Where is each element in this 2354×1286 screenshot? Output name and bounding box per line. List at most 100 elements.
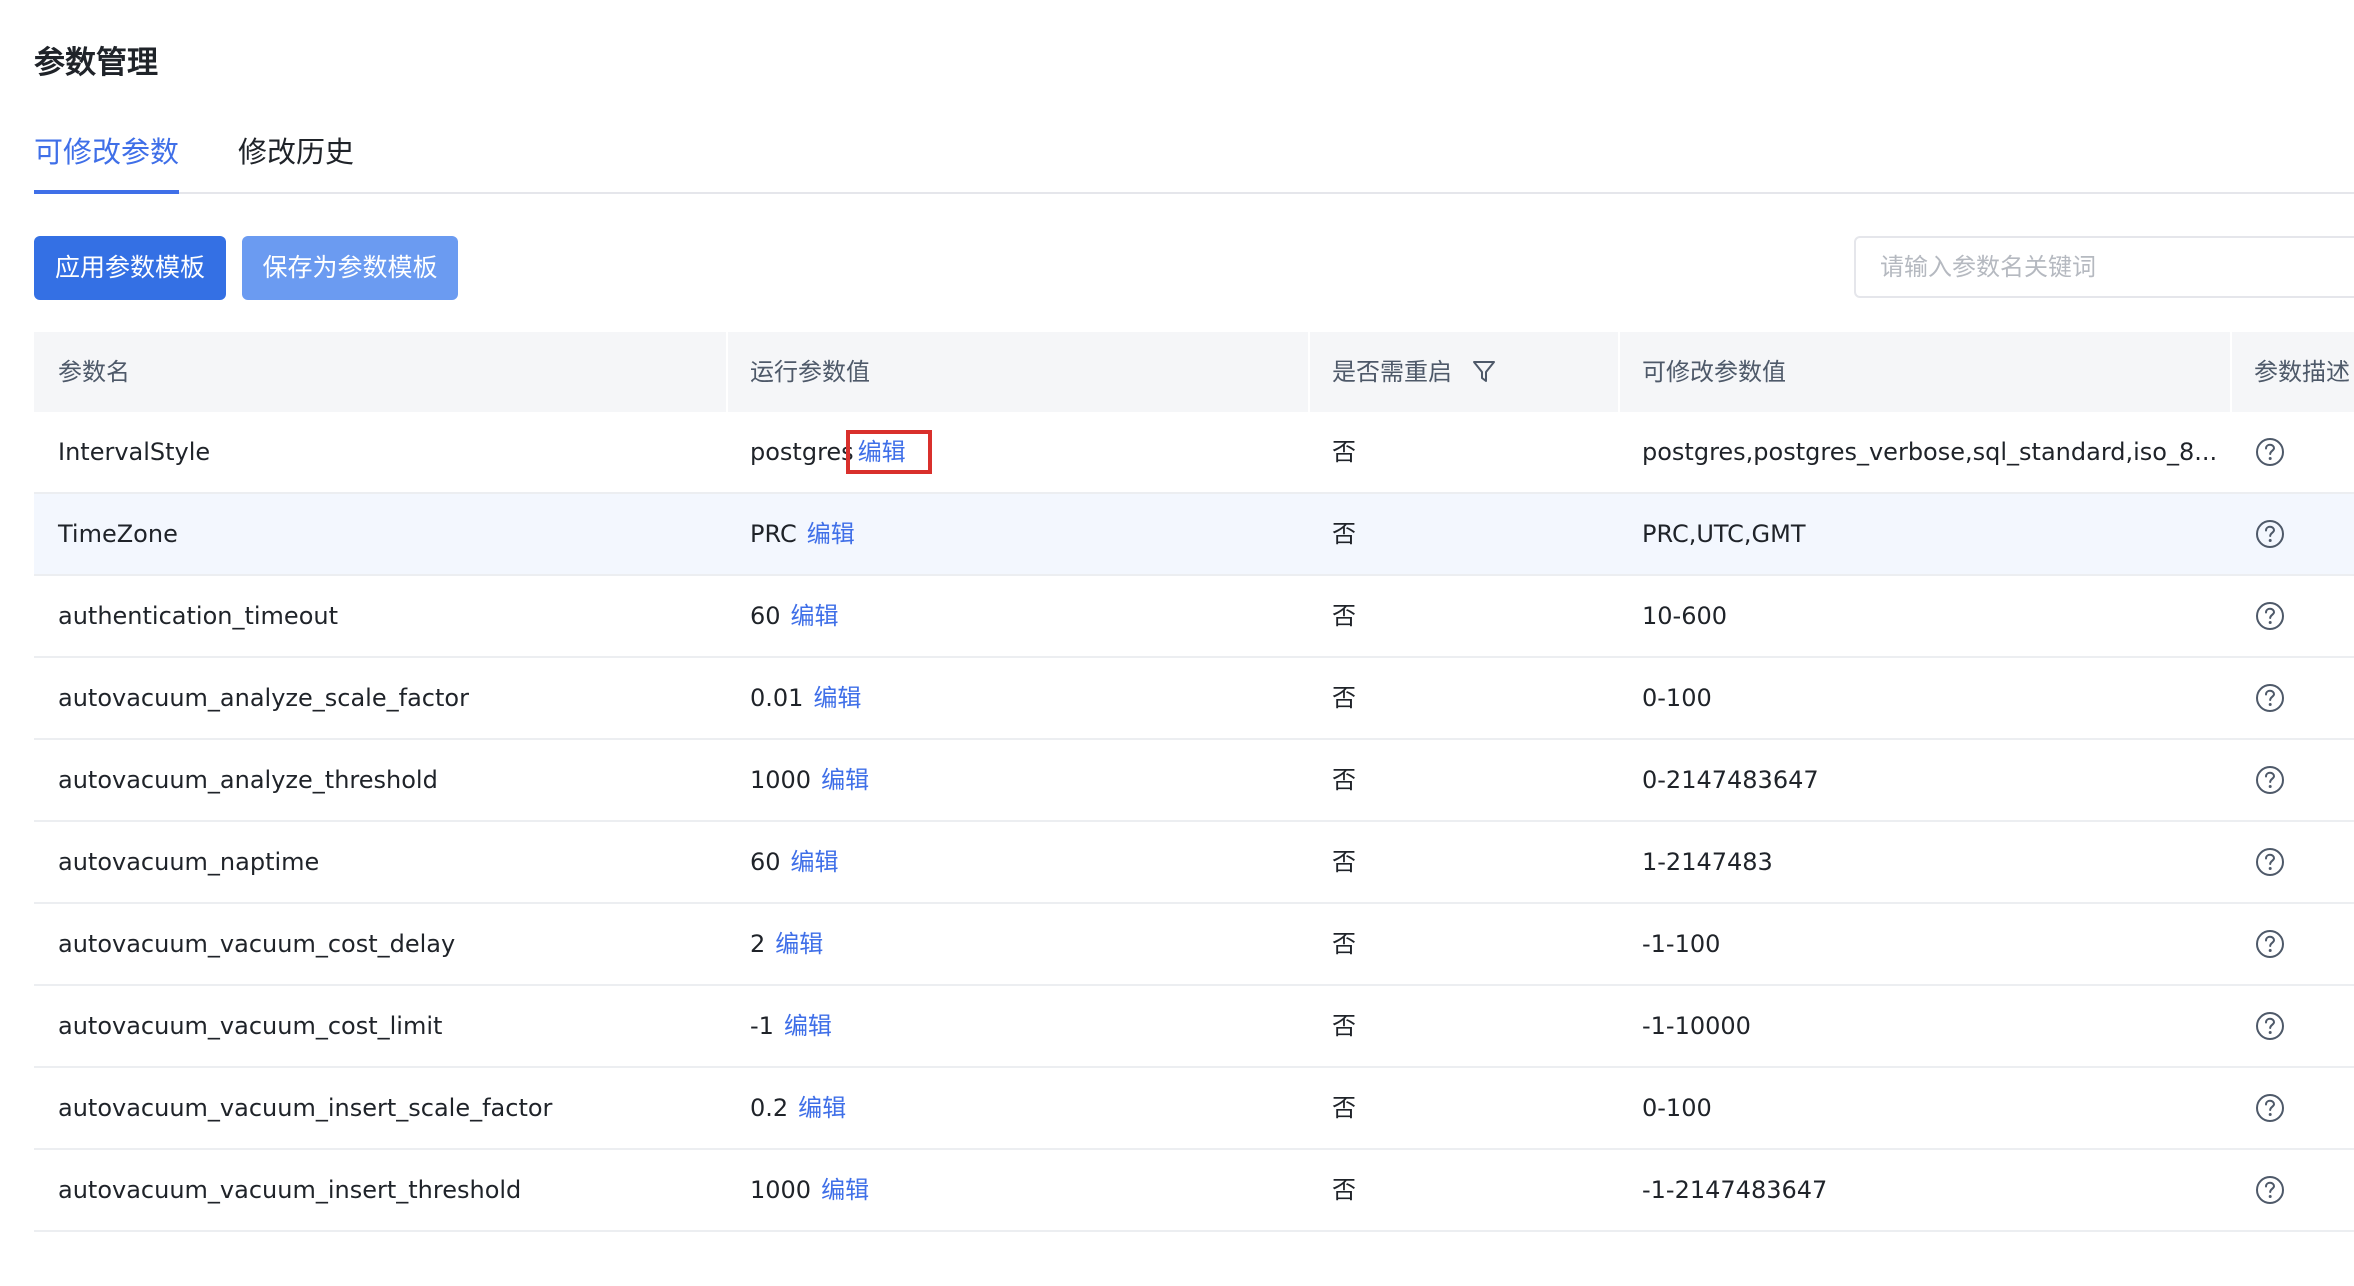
page-title: 参数管理	[34, 45, 158, 81]
allowed-values-cell: -1-100	[1642, 930, 1721, 958]
running-value: -1	[750, 1012, 774, 1040]
restart-cell: 否	[1332, 684, 1356, 712]
param-name-cell: authentication_timeout	[58, 602, 338, 630]
column-header-running-value: 运行参数值	[750, 358, 870, 386]
allowed-values-cell: 0-100	[1642, 1094, 1712, 1122]
table-row: autovacuum_analyze_scale_factor 0.01 编辑 否 0-…	[34, 658, 2354, 740]
description-cell	[2230, 986, 2354, 1066]
restart-cell: 否	[1332, 766, 1356, 794]
running-value-cell: 0.01 编辑	[726, 658, 1308, 738]
tab-modify-history[interactable]: 修改历史	[238, 126, 354, 190]
running-value-cell: 60 编辑	[726, 576, 1308, 656]
param-name-cell: TimeZone	[58, 520, 178, 548]
help-icon[interactable]	[2254, 682, 2286, 714]
table-row: autovacuum_analyze_threshold 1000 编辑 否 0-214…	[34, 740, 2354, 822]
param-name-cell: autovacuum_vacuum_cost_limit	[58, 1012, 443, 1040]
table-row: autovacuum_vacuum_insert_scale_factor 0.2…	[34, 1068, 2354, 1150]
description-cell	[2230, 412, 2354, 492]
tab-editable-params[interactable]: 可修改参数	[34, 126, 180, 194]
restart-cell: 否	[1332, 848, 1356, 876]
allowed-values-cell: -1-2147483647	[1642, 1176, 1828, 1204]
allowed-values-cell: 1-2147483	[1642, 848, 1773, 876]
save-template-button[interactable]: 保存为参数模板	[242, 236, 458, 300]
help-icon[interactable]	[2254, 928, 2286, 960]
help-icon[interactable]	[2254, 846, 2286, 878]
help-icon[interactable]	[2254, 1174, 2286, 1206]
description-cell	[2230, 1068, 2354, 1148]
column-header-allowed-values: 可修改参数值	[1642, 358, 1786, 386]
help-icon[interactable]	[2254, 600, 2286, 632]
edit-link[interactable]: 编辑	[791, 848, 839, 876]
restart-cell: 否	[1332, 1012, 1356, 1040]
table-row: autovacuum_vacuum_cost_limit -1 编辑 否 -1-1000…	[34, 986, 2354, 1068]
running-value: 60	[750, 602, 781, 630]
running-value: postgres	[750, 438, 854, 466]
running-value: 0.01	[750, 684, 804, 712]
running-value-cell: 2 编辑	[726, 904, 1308, 984]
edit-link[interactable]: 编辑	[791, 602, 839, 630]
edit-link[interactable]: 编辑	[807, 520, 855, 548]
restart-cell: 否	[1332, 1176, 1356, 1204]
restart-cell: 否	[1332, 602, 1356, 630]
running-value: 1000	[750, 1176, 812, 1204]
param-name-cell: autovacuum_vacuum_insert_scale_factor	[58, 1094, 553, 1122]
column-header-restart: 是否需重启	[1308, 332, 1618, 412]
restart-cell: 否	[1332, 930, 1356, 958]
allowed-values-cell: 0-100	[1642, 684, 1712, 712]
restart-cell: 否	[1332, 1094, 1356, 1122]
table-row: autovacuum_vacuum_insert_threshold 1000 编辑…	[34, 1150, 2354, 1232]
page: 参数管理 可修改参数 修改历史 应用参数模板 保存为参数模板 参数名 运行参数值…	[0, 0, 2354, 1286]
running-value: 60	[750, 848, 781, 876]
table-body: IntervalStyle postgres 编辑否 postgres,postgre…	[34, 412, 2354, 1232]
allowed-values-cell: postgres,postgres_verbose,sql_standard,i…	[1642, 438, 2218, 466]
running-value-cell: 0.2 编辑	[726, 1068, 1308, 1148]
column-header-restart-label: 是否需重启	[1332, 358, 1452, 386]
edit-link[interactable]: 编辑	[775, 930, 823, 958]
table-row-partial	[34, 1232, 2354, 1272]
filter-icon[interactable]	[1472, 359, 1496, 385]
description-cell	[2230, 576, 2354, 656]
help-icon[interactable]	[2254, 436, 2286, 468]
restart-cell: 否	[1332, 438, 1356, 466]
description-cell	[2230, 658, 2354, 738]
running-value-cell: -1 编辑	[726, 986, 1308, 1066]
column-header-param-name: 参数名	[58, 358, 130, 386]
allowed-values-cell: -1-10000	[1642, 1012, 1751, 1040]
table-row: IntervalStyle postgres 编辑否 postgres,postgre…	[34, 412, 2354, 494]
running-value-cell: 1000 编辑	[726, 1150, 1308, 1230]
help-icon[interactable]	[2254, 1010, 2286, 1042]
search-input[interactable]	[1854, 236, 2354, 298]
table-row: autovacuum_vacuum_cost_delay 2 编辑 否 -1-100	[34, 904, 2354, 986]
running-value-cell: PRC 编辑	[726, 494, 1308, 574]
table-row: autovacuum_naptime 60 编辑 否 1-2147483	[34, 822, 2354, 904]
edit-link[interactable]: 编辑	[784, 1012, 832, 1040]
running-value: 0.2	[750, 1094, 789, 1122]
description-cell	[2230, 822, 2354, 902]
param-name-cell: autovacuum_analyze_threshold	[58, 766, 438, 794]
edit-link[interactable]: 编辑	[821, 766, 869, 794]
running-value-cell: 60 编辑	[726, 822, 1308, 902]
edit-link[interactable]: 编辑	[821, 1176, 869, 1204]
allowed-values-cell: 0-2147483647	[1642, 766, 1819, 794]
help-icon[interactable]	[2254, 1092, 2286, 1124]
table-row: TimeZone PRC 编辑 否 PRC,UTC,GMT	[34, 494, 2354, 576]
allowed-values-cell: 10-600	[1642, 602, 1728, 630]
param-name-cell: autovacuum_naptime	[58, 848, 320, 876]
running-value-cell: 1000 编辑	[726, 740, 1308, 820]
column-header-description: 参数描述	[2254, 358, 2350, 386]
apply-template-button[interactable]: 应用参数模板	[34, 236, 226, 300]
restart-cell: 否	[1332, 520, 1356, 548]
param-name-cell: autovacuum_analyze_scale_factor	[58, 684, 469, 712]
description-cell	[2230, 740, 2354, 820]
edit-link[interactable]: 编辑	[798, 1094, 846, 1122]
description-cell	[2230, 1150, 2354, 1230]
param-name-cell	[34, 1232, 726, 1272]
help-icon[interactable]	[2254, 764, 2286, 796]
allowed-values-cell: PRC,UTC,GMT	[1642, 520, 1806, 548]
running-value: PRC	[750, 520, 797, 548]
table-header: 参数名 运行参数值 是否需重启 可修改参数值 参数描述	[34, 332, 2354, 412]
description-cell	[2230, 904, 2354, 984]
help-icon[interactable]	[2254, 518, 2286, 550]
edit-link[interactable]: 编辑	[813, 684, 861, 712]
highlight-box-border	[845, 430, 932, 474]
